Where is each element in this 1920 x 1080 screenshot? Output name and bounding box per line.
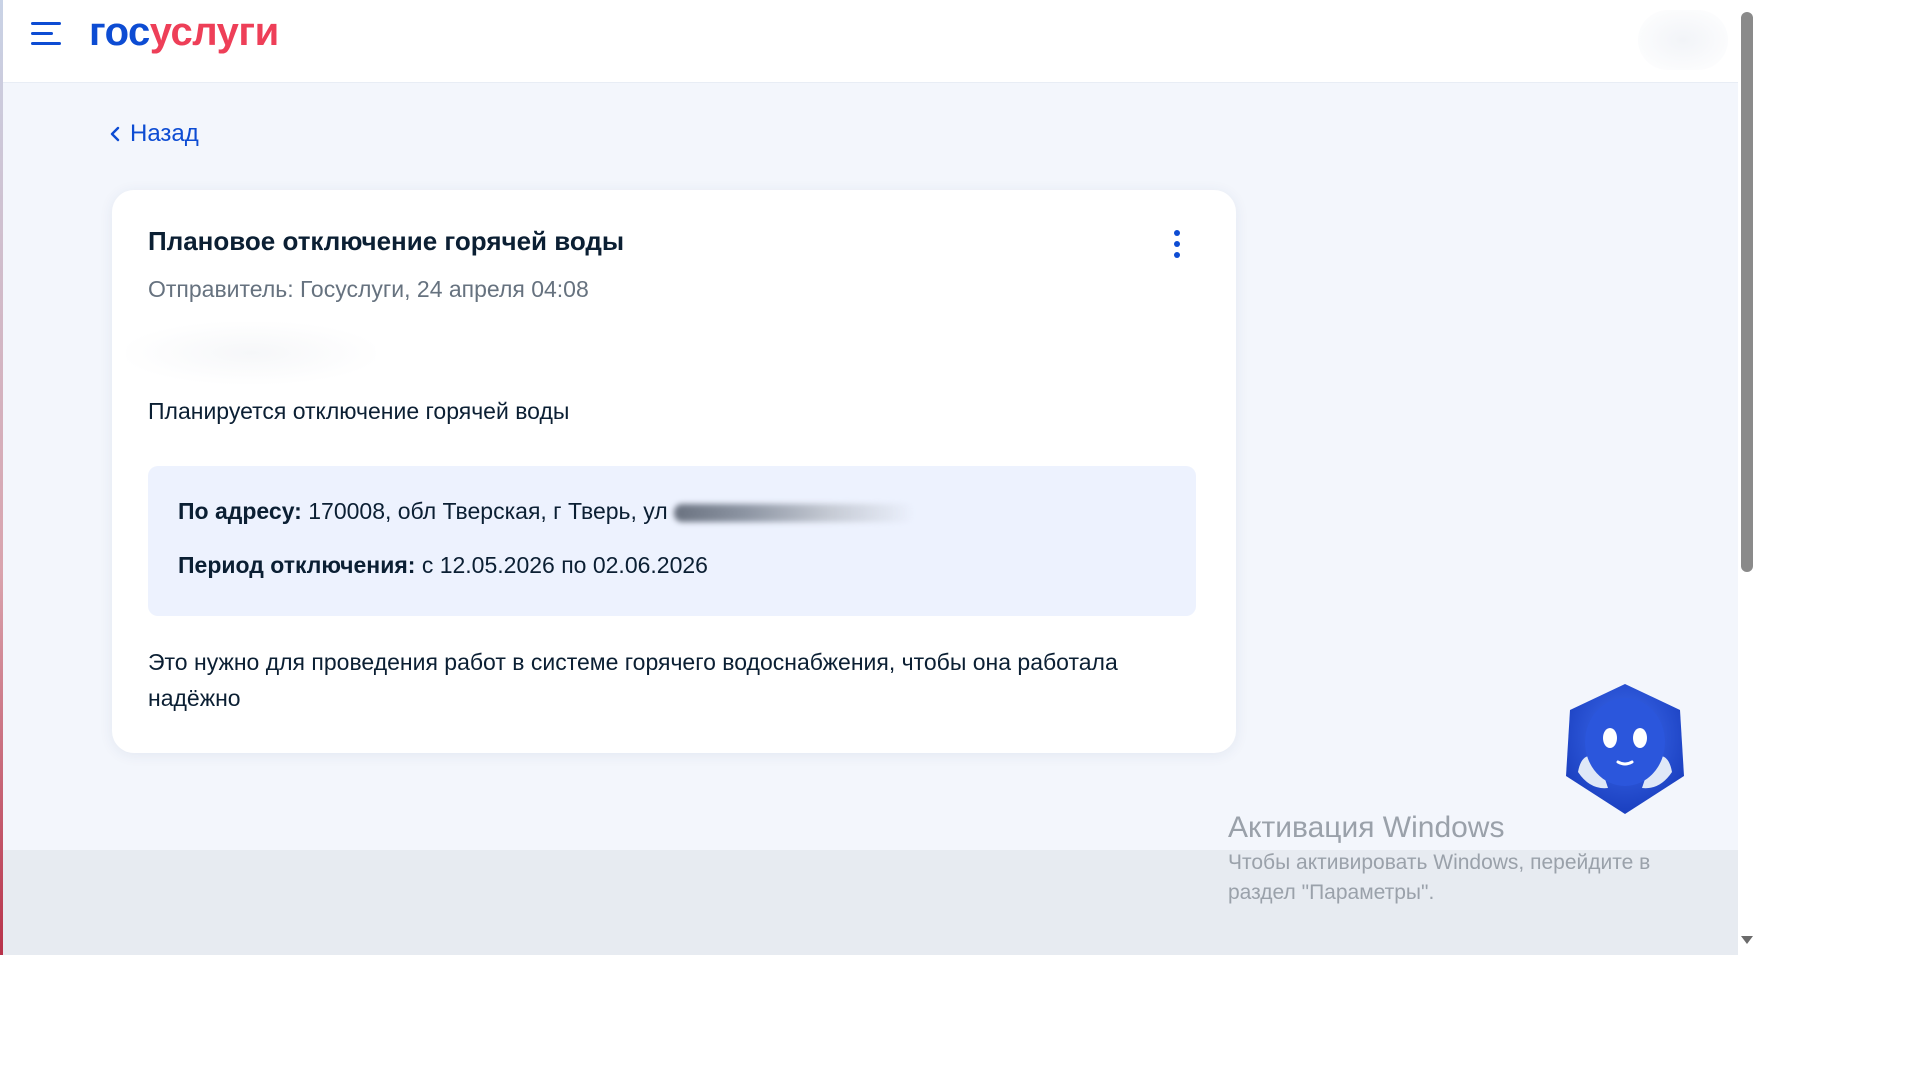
- menu-icon[interactable]: [31, 20, 63, 48]
- message-card: Плановое отключение горячей воды Отправи…: [112, 190, 1236, 753]
- address-label: По адресу:: [178, 498, 302, 524]
- more-options-icon[interactable]: [1170, 230, 1184, 260]
- period-row: Период отключения: с 12.05.2026 по 02.06…: [178, 552, 708, 579]
- gosuslugi-logo[interactable]: госуслуги: [89, 6, 279, 58]
- scroll-up-icon[interactable]: [1741, 0, 1753, 10]
- watermark-text: Чтобы активировать Windows, перейдите в …: [1228, 851, 1651, 904]
- page-viewport: госуслуги Назад Плановое отключение горя…: [0, 0, 1756, 955]
- logo-part-gos: гос: [89, 10, 150, 54]
- scrollbar-thumb[interactable]: [1741, 12, 1753, 572]
- message-sender-meta: Отправитель: Госуслуги, 24 апреля 04:08: [148, 276, 589, 302]
- left-edge-strip: [0, 0, 3, 955]
- top-header: госуслуги: [3, 0, 1738, 83]
- message-note: Это нужно для проведения работ в системе…: [148, 649, 1118, 711]
- robot-assistant-icon[interactable]: [1560, 680, 1690, 818]
- watermark-title: Активация Windows: [1228, 811, 1505, 844]
- back-label: Назад: [130, 120, 199, 147]
- outage-info-box: По адресу: 170008, обл Тверская, г Тверь…: [148, 466, 1196, 616]
- blurred-user-area: [1638, 10, 1728, 70]
- back-link[interactable]: Назад: [110, 120, 199, 148]
- message-title: Плановое отключение горячей воды: [148, 226, 625, 256]
- chevron-left-icon: [110, 126, 120, 142]
- message-lead: Планируется отключение горячей воды: [148, 398, 570, 424]
- logo-part-uslugi: услуги: [149, 10, 279, 54]
- vertical-scrollbar[interactable]: [1738, 0, 1756, 955]
- scroll-down-icon[interactable]: [1740, 933, 1754, 945]
- blurred-patch: [126, 322, 376, 384]
- address-value: 170008, обл Тверская, г Тверь, ул: [308, 498, 668, 524]
- period-value: с 12.05.2026 по 02.06.2026: [421, 552, 708, 578]
- period-label: Период отключения:: [178, 552, 416, 578]
- redacted-street: [673, 503, 914, 522]
- address-row: По адресу: 170008, обл Тверская, г Тверь…: [178, 498, 914, 525]
- windows-activation-watermark: Активация Windows Чтобы активировать Win…: [1228, 808, 1698, 908]
